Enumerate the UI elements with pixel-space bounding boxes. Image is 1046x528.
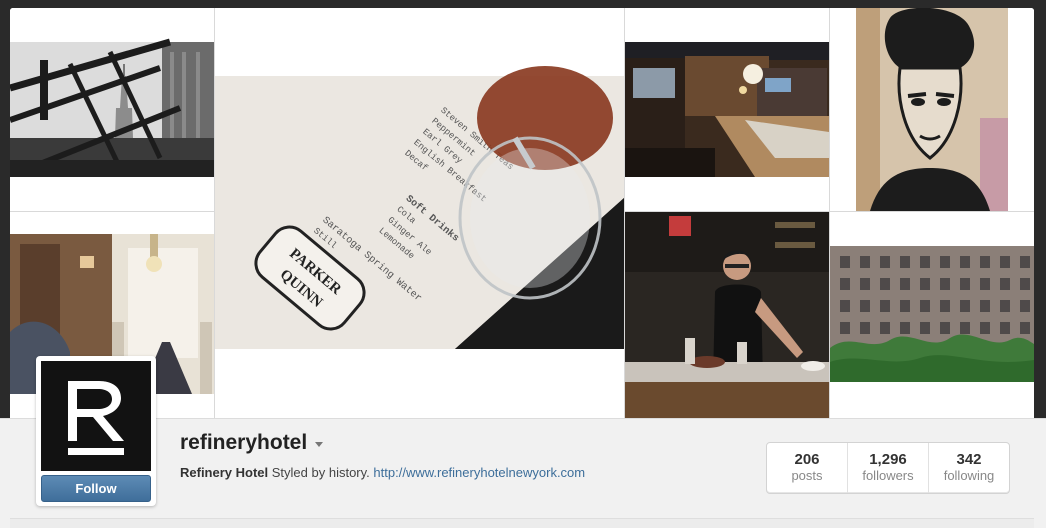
profile-avatar-card: Follow — [36, 356, 156, 506]
photo-brick-building[interactable] — [830, 212, 1034, 418]
follow-button[interactable]: Follow — [41, 475, 151, 502]
photo-rooftop-empire-state[interactable] — [10, 8, 214, 211]
mosaic-divider — [625, 211, 1034, 212]
profile-bio: Refinery Hotel Styled by history. http:/… — [180, 465, 585, 480]
stat-label: following — [943, 468, 995, 483]
rooftop-photo-image — [10, 8, 214, 211]
photo-woman-art[interactable] — [830, 8, 1034, 211]
stat-followers[interactable]: 1,296 followers — [848, 443, 929, 493]
mosaic-divider — [829, 8, 830, 418]
refinery-logo-icon — [41, 361, 151, 471]
profile-full-name: Refinery Hotel — [180, 465, 269, 480]
profile-website-link[interactable]: http://www.refineryhotelnewyork.com — [373, 465, 585, 480]
avatar[interactable] — [41, 361, 151, 471]
photo-bar-interior[interactable] — [625, 8, 829, 211]
photo-mosaic: Steven Smith Teas Peppermint Earl Grey E… — [10, 8, 1034, 418]
stat-label: posts — [791, 468, 823, 483]
photo-bartender[interactable] — [625, 212, 829, 418]
bar-photo-image — [625, 8, 829, 211]
mosaic-divider — [214, 8, 215, 418]
username-row: refineryhotel — [180, 431, 324, 455]
chevron-down-icon[interactable] — [315, 441, 324, 447]
profile-username: refineryhotel — [180, 431, 308, 454]
profile-bio-text: Styled by history. — [271, 465, 370, 480]
stat-following[interactable]: 342 following — [929, 443, 1009, 493]
menu-photo-image: Steven Smith Teas Peppermint Earl Grey E… — [215, 8, 624, 417]
photo-menu-glass[interactable]: Steven Smith Teas Peppermint Earl Grey E… — [215, 8, 624, 417]
stat-value: 1,296 — [869, 451, 907, 468]
mosaic-divider — [10, 211, 214, 212]
stat-posts[interactable]: 206 posts — [767, 443, 848, 493]
bartender-photo-image — [625, 212, 829, 418]
stat-value: 206 — [794, 451, 820, 468]
art-photo-image — [830, 8, 1034, 211]
stat-label: followers — [862, 468, 914, 483]
stat-value: 342 — [956, 451, 982, 468]
profile-stats: 206 posts 1,296 followers 342 following — [766, 442, 1010, 494]
building-photo-image — [830, 212, 1034, 418]
profile-bottom-edge — [10, 518, 1034, 528]
mosaic-divider — [624, 8, 625, 418]
